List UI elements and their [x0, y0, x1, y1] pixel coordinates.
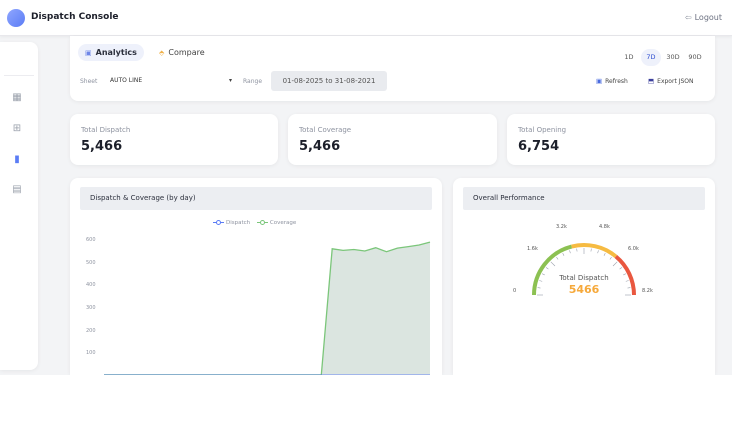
gauge-tick-label: 4.8k [599, 224, 610, 230]
kpi-label: Total Opening [518, 126, 567, 134]
logout-icon: ⇦ [684, 13, 692, 22]
gauge-tick [619, 267, 623, 270]
gauge-tick [612, 261, 618, 267]
range-1d[interactable]: 1D [619, 49, 639, 66]
gauge-tick [625, 280, 629, 282]
gauge-tick [576, 248, 578, 252]
gauge-tick [541, 273, 545, 276]
range-selector: 1D 7D 30D 90D [617, 44, 705, 66]
sheet-select[interactable]: AUTO LINE ▾ [110, 74, 234, 88]
kpi-total-opening: Total Opening 6,754 [507, 114, 715, 165]
date-range-input[interactable]: 01-08-2025 to 31-08-2021 [271, 71, 387, 91]
line-chart-card: Dispatch & Coverage (by day) Dispatch Co… [70, 178, 442, 375]
gauge-tick [537, 287, 541, 289]
sheet-label: Sheet [80, 78, 98, 85]
tab-compare-label: Compare [168, 48, 205, 57]
kpi-total-coverage: Total Coverage 5,466 [288, 114, 497, 165]
performance-card: Overall Performance 0 1.6k 3.2k 4.8k 6.0… [453, 178, 715, 375]
gauge-tick [603, 252, 606, 256]
kpi-label: Total Dispatch [81, 126, 131, 134]
export-json-button[interactable]: ⬒ Export JSON [648, 77, 694, 85]
gauge-tick-label: 3.2k [556, 224, 567, 230]
gauge-tick [597, 250, 599, 254]
gauge-tick-label: 6.0k [628, 246, 639, 252]
kpi-total-dispatch: Total Dispatch 5,466 [70, 114, 278, 165]
refresh-button[interactable]: ▣ Refresh [596, 77, 628, 85]
app-frame: Dispatch Console ⇦ Logout ▦ ⊞ ▮ ▤ ▣ Analyt… [0, 0, 732, 375]
sidebar: ▦ ⊞ ▮ ▤ [0, 42, 38, 370]
gauge-tick [609, 256, 612, 260]
gauge-tick-label: 8.2k [642, 288, 653, 294]
add-icon[interactable]: ⊞ [10, 122, 24, 136]
sidebar-divider [4, 75, 34, 76]
gauge-tick [556, 256, 559, 260]
gauge-center-label: Total Dispatch [559, 274, 609, 282]
gauge-tick [623, 273, 627, 276]
app-title: Dispatch Console [31, 12, 119, 22]
tab-compare[interactable]: ⬘ Compare [152, 44, 212, 61]
gauge-value: 5466 [568, 283, 600, 296]
bar-chart-icon: ▣ [85, 49, 92, 57]
line-chart-plot [104, 241, 431, 375]
gauge-tick [545, 267, 549, 270]
gauge-tick-label: 0 [513, 288, 517, 294]
export-label: Export JSON [657, 78, 694, 85]
sheet-value: AUTO LINE [110, 77, 143, 84]
kpi-value: 6,754 [518, 139, 560, 154]
range-7d[interactable]: 7D [641, 49, 661, 66]
gauge-tick [562, 252, 565, 256]
kpi-value: 5,466 [299, 139, 341, 154]
range-label: Range [243, 78, 263, 85]
gauge-tick [569, 250, 571, 254]
logout-button[interactable]: ⇦ Logout [685, 13, 722, 22]
kpi-label: Total Coverage [299, 126, 352, 134]
tab-analytics-label: Analytics [95, 48, 137, 57]
document-icon[interactable]: ▤ [10, 183, 24, 197]
dashboard-icon[interactable]: ▦ [10, 91, 24, 105]
logout-label: Logout [694, 13, 722, 22]
range-90d[interactable]: 90D [685, 49, 705, 66]
gauge-tick [539, 280, 543, 282]
tab-analytics[interactable]: ▣ Analytics [78, 44, 144, 61]
gauge-tick [627, 287, 631, 289]
coverage-area [104, 242, 430, 375]
range-30d[interactable]: 30D [663, 49, 683, 66]
caret-down-icon: ▾ [228, 77, 232, 84]
compare-icon: ⬘ [159, 49, 165, 57]
app-logo [7, 9, 25, 27]
kpi-value: 5,466 [81, 139, 123, 154]
refresh-label: Refresh [605, 78, 628, 85]
toolbar-card: ▣ Analytics ⬘ Compare 1D 7D 30D 90D [70, 36, 715, 101]
gauge-tick-label: 1.6k [527, 246, 538, 252]
top-bar: Dispatch Console ⇦ Logout [0, 0, 732, 36]
gauge-segment-mid [571, 243, 618, 259]
analytics-icon[interactable]: ▮ [10, 153, 24, 167]
export-icon: ⬒ [648, 77, 655, 85]
gauge-segment-high [614, 254, 636, 296]
gauge-tick [550, 261, 556, 267]
refresh-icon: ▣ [596, 77, 603, 85]
gauge-tick [590, 248, 592, 252]
